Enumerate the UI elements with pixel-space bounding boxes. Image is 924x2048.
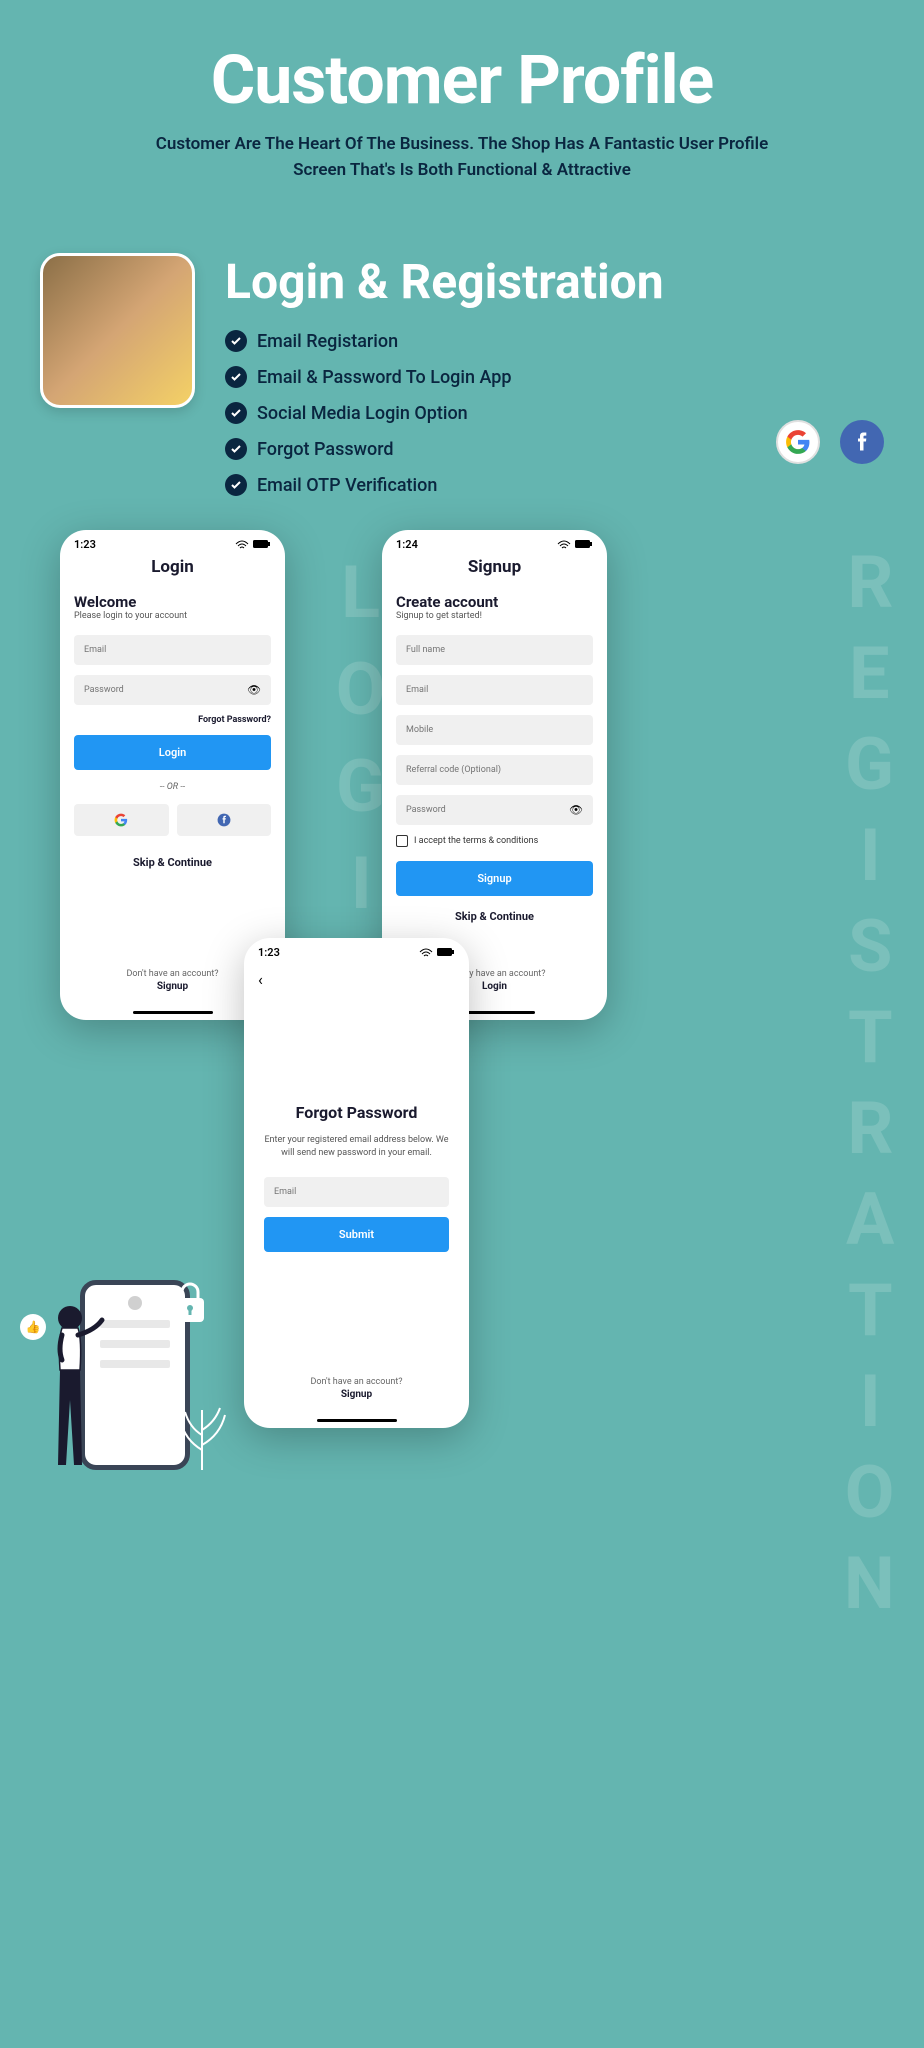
forgot-phone-mockup: 1:23 ‹ Forgot Password Enter your regist…: [244, 938, 469, 1428]
profile-image: [40, 253, 195, 408]
email-input[interactable]: [264, 1177, 449, 1207]
background-text-registration: REGISTRATION: [827, 540, 912, 1632]
email-input[interactable]: [74, 635, 271, 665]
terms-checkbox[interactable]: [396, 835, 408, 847]
status-indicators: [419, 948, 455, 958]
facebook-icon: [840, 420, 884, 464]
illustration: 👍: [10, 1220, 270, 1470]
forgot-password-link[interactable]: Forgot Password?: [74, 715, 271, 725]
battery-icon: [437, 948, 455, 957]
signup-button[interactable]: Signup: [396, 861, 593, 896]
leaf-icon: [175, 1400, 230, 1470]
header-section: Customer Profile Customer Are The Heart …: [0, 0, 924, 203]
back-icon[interactable]: ‹: [258, 970, 263, 989]
eye-icon[interactable]: 👁: [569, 804, 583, 817]
skip-link[interactable]: Skip & Continue: [74, 856, 271, 869]
email-input[interactable]: [396, 675, 593, 705]
wifi-icon: [557, 540, 571, 550]
check-icon: [225, 474, 247, 496]
signup-prompt: Don't have an account? Signup: [244, 1377, 469, 1400]
login-button[interactable]: Login: [74, 735, 271, 770]
check-icon: [225, 330, 247, 352]
submit-button[interactable]: Submit: [264, 1217, 449, 1252]
feature-item: Social Media Login Option: [257, 403, 468, 424]
page-subtitle: Customer Are The Heart Of The Business. …: [142, 132, 782, 183]
status-bar: 1:23: [244, 938, 469, 963]
create-account-heading: Create account: [396, 593, 593, 611]
eye-icon[interactable]: 👁: [247, 684, 261, 697]
status-time: 1:23: [258, 946, 280, 959]
welcome-heading: Welcome: [74, 593, 271, 611]
wifi-icon: [419, 948, 433, 958]
status-indicators: [235, 540, 271, 550]
fullname-input[interactable]: [396, 635, 593, 665]
home-indicator: [317, 1419, 397, 1422]
status-bar: 1:23: [60, 530, 285, 555]
page-title: Customer Profile: [80, 40, 844, 120]
forgot-description: Enter your registered email address belo…: [264, 1134, 449, 1159]
check-icon: [225, 438, 247, 460]
feature-list: Email Registarion Email & Password To Lo…: [225, 330, 884, 496]
password-input[interactable]: [74, 675, 271, 705]
status-time: 1:23: [74, 538, 96, 551]
feature-item: Forgot Password: [257, 439, 394, 460]
battery-icon: [575, 540, 593, 549]
check-icon: [225, 366, 247, 388]
signup-link[interactable]: Signup: [244, 1389, 469, 1400]
status-indicators: [557, 540, 593, 550]
create-account-subtext: Signup to get started!: [396, 611, 593, 621]
showcase-area: LOGIN REGISTRATION 1:23 Login Welcome Pl…: [0, 530, 924, 1780]
section-title: Login & Registration: [225, 253, 884, 310]
or-divider: -- OR --: [74, 782, 271, 792]
wifi-icon: [235, 540, 249, 550]
mobile-input[interactable]: [396, 715, 593, 745]
google-icon: [776, 420, 820, 464]
screen-title: Login: [60, 557, 285, 577]
social-icons: [776, 420, 884, 464]
home-indicator: [133, 1011, 213, 1014]
status-bar: 1:24: [382, 530, 607, 555]
password-input[interactable]: [396, 795, 593, 825]
feature-section: Login & Registration Email Registarion E…: [0, 203, 924, 530]
feature-item: Email OTP Verification: [257, 475, 437, 496]
feature-item: Email Registarion: [257, 331, 398, 352]
terms-label: I accept the terms & conditions: [414, 836, 538, 846]
lock-icon: [170, 1280, 210, 1320]
welcome-subtext: Please login to your account: [74, 611, 271, 621]
feature-item: Email & Password To Login App: [257, 367, 511, 388]
status-time: 1:24: [396, 538, 418, 551]
battery-icon: [253, 540, 271, 549]
person-icon: [40, 1300, 110, 1470]
check-icon: [225, 402, 247, 424]
referral-input[interactable]: [396, 755, 593, 785]
like-icon: 👍: [20, 1314, 46, 1340]
google-login-button[interactable]: [74, 804, 169, 836]
forgot-title: Forgot Password: [264, 1103, 449, 1122]
screen-title: Signup: [382, 557, 607, 577]
skip-link[interactable]: Skip & Continue: [396, 910, 593, 923]
facebook-login-button[interactable]: [177, 804, 272, 836]
